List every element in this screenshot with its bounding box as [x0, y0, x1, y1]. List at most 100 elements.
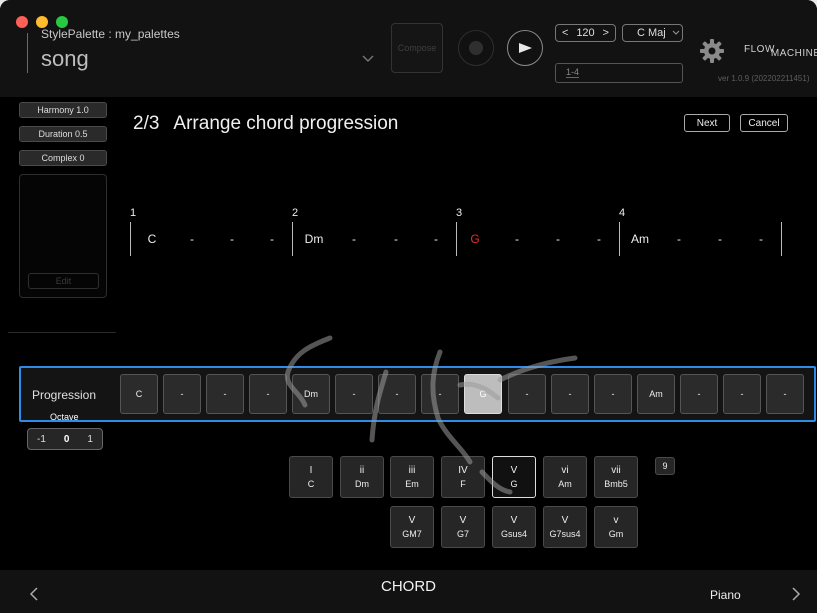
- bar-line: [781, 222, 782, 256]
- bar-range-field[interactable]: 1-4: [555, 63, 683, 83]
- complex-button[interactable]: Complex 0: [19, 150, 107, 166]
- beat-chord[interactable]: Am: [628, 232, 652, 246]
- beat-chord[interactable]: -: [587, 232, 611, 246]
- chord-button-selected[interactable]: V G: [492, 456, 536, 498]
- octave-option[interactable]: 1: [87, 434, 93, 445]
- chord-button[interactable]: I C: [289, 456, 333, 498]
- beat-chord[interactable]: -: [708, 232, 732, 246]
- chevron-down-icon: [672, 30, 680, 35]
- chord-name: F: [460, 479, 466, 489]
- chord-degree: V: [459, 515, 467, 526]
- progression-cell[interactable]: -: [249, 374, 287, 414]
- chevron-right-icon[interactable]: [790, 586, 802, 602]
- progression-cell[interactable]: Am: [637, 374, 675, 414]
- step-number: 2/3: [133, 113, 160, 134]
- beat-chord[interactable]: -: [342, 232, 366, 246]
- chord-name: C: [307, 479, 315, 489]
- compose-button[interactable]: Compose: [391, 23, 443, 73]
- chord-degree: vii: [611, 465, 621, 476]
- chord-button[interactable]: IV F: [441, 456, 485, 498]
- chord-name: G: [510, 479, 518, 489]
- chord-degree: ii: [359, 465, 365, 476]
- chord-button[interactable]: iii Em: [390, 456, 434, 498]
- tempo-decrease-icon[interactable]: <: [562, 27, 568, 39]
- chord-name: Gsus4: [500, 529, 527, 539]
- close-window-button[interactable]: [16, 16, 28, 28]
- record-button[interactable]: [458, 30, 494, 66]
- progression-cell[interactable]: Dm: [292, 374, 330, 414]
- chevron-down-icon[interactable]: [362, 52, 374, 64]
- beat-chord[interactable]: -: [180, 232, 204, 246]
- bar-line: [292, 222, 293, 256]
- tempo-increase-icon[interactable]: >: [603, 27, 609, 39]
- bar-line: [619, 222, 620, 256]
- beat-chord[interactable]: -: [749, 232, 773, 246]
- sidebar-divider: [8, 332, 116, 333]
- chord-button[interactable]: ii Dm: [340, 456, 384, 498]
- octave-label: Octave: [50, 412, 79, 422]
- chord-variant-button[interactable]: V G7: [441, 506, 485, 548]
- ninth-toggle-button[interactable]: 9: [655, 457, 675, 475]
- chord-degree: v: [613, 515, 619, 526]
- progression-cell[interactable]: -: [378, 374, 416, 414]
- progression-cell[interactable]: -: [335, 374, 373, 414]
- beat-chord[interactable]: Dm: [302, 232, 326, 246]
- beat-chord[interactable]: -: [667, 232, 691, 246]
- progression-cell-selected[interactable]: G: [464, 374, 502, 414]
- chord-name: Em: [405, 479, 419, 489]
- play-button[interactable]: [507, 30, 543, 66]
- chord-button[interactable]: vi Am: [543, 456, 587, 498]
- bar-line: [130, 222, 131, 256]
- bar-number: 3: [456, 207, 463, 219]
- next-button[interactable]: Next: [684, 114, 730, 132]
- octave-option[interactable]: -1: [37, 434, 46, 445]
- octave-selector[interactable]: -1 0 1: [27, 428, 103, 450]
- octave-option-selected[interactable]: 0: [64, 434, 70, 445]
- beat-chord[interactable]: -: [546, 232, 570, 246]
- cancel-button[interactable]: Cancel: [740, 114, 788, 132]
- key-select[interactable]: C Maj: [622, 24, 683, 42]
- progression-label: Progression: [32, 388, 97, 402]
- chord-variant-button[interactable]: V G7sus4: [543, 506, 587, 548]
- progression-cell[interactable]: -: [421, 374, 459, 414]
- progression-cell[interactable]: -: [551, 374, 589, 414]
- tempo-stepper[interactable]: < 120 >: [555, 24, 616, 42]
- chord-degree: V: [510, 465, 518, 476]
- instrument-label[interactable]: Piano: [710, 588, 741, 602]
- progression-cell[interactable]: -: [766, 374, 804, 414]
- gear-icon[interactable]: [699, 38, 725, 64]
- progression-cell[interactable]: -: [508, 374, 546, 414]
- edit-button[interactable]: Edit: [28, 273, 99, 289]
- beat-chord-highlighted[interactable]: G: [463, 232, 487, 246]
- header-divider: [27, 33, 28, 73]
- progression-cell[interactable]: -: [723, 374, 761, 414]
- beat-chord[interactable]: -: [260, 232, 284, 246]
- bar-line: [456, 222, 457, 256]
- bar-number: 1: [130, 207, 137, 219]
- chord-variant-button[interactable]: V Gsus4: [492, 506, 536, 548]
- step-header: 2/3 Arrange chord progression: [133, 113, 398, 135]
- progression-cell[interactable]: C: [120, 374, 158, 414]
- beat-chord[interactable]: -: [505, 232, 529, 246]
- bar-number: 2: [292, 207, 299, 219]
- harmony-button[interactable]: Harmony 1.0: [19, 102, 107, 118]
- progression-cell[interactable]: -: [206, 374, 244, 414]
- progression-cell[interactable]: -: [163, 374, 201, 414]
- chord-variant-button[interactable]: v Gm: [594, 506, 638, 548]
- beat-chord[interactable]: -: [384, 232, 408, 246]
- duration-button[interactable]: Duration 0.5: [19, 126, 107, 142]
- chord-degree: iii: [408, 465, 416, 476]
- chord-degree: I: [309, 465, 313, 476]
- chord-button[interactable]: vii Bmb5: [594, 456, 638, 498]
- chord-variant-button[interactable]: V GM7: [390, 506, 434, 548]
- beat-chord[interactable]: C: [140, 232, 164, 246]
- play-icon: [519, 43, 532, 53]
- chord-name: Am: [558, 479, 572, 489]
- record-icon: [469, 41, 483, 55]
- progression-cell[interactable]: -: [594, 374, 632, 414]
- beat-chord[interactable]: -: [220, 232, 244, 246]
- progression-cell[interactable]: -: [680, 374, 718, 414]
- bar-number: 4: [619, 207, 626, 219]
- beat-chord[interactable]: -: [424, 232, 448, 246]
- footer-title: CHORD: [381, 578, 436, 595]
